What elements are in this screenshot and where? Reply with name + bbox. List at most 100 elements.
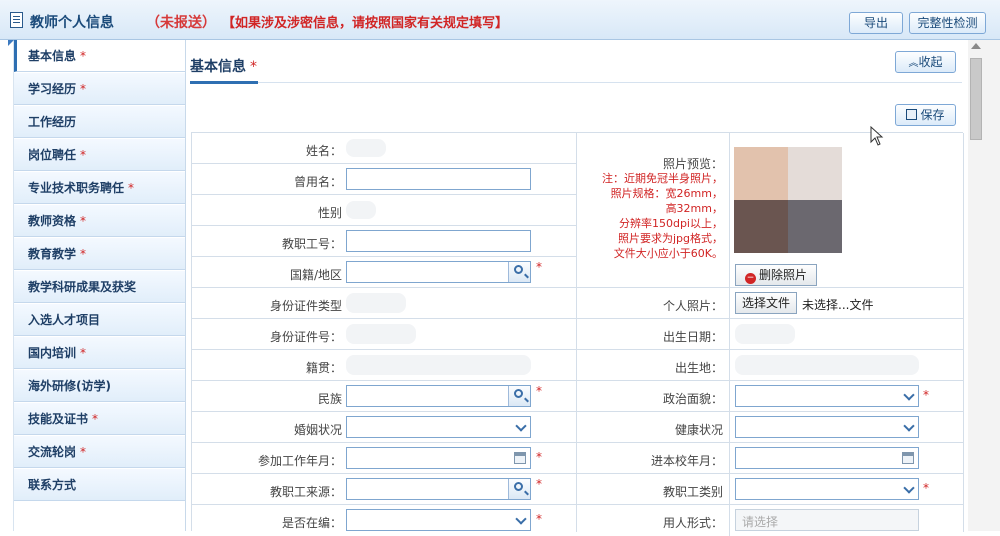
photo-preview-image (734, 147, 842, 253)
staff-category-label: 教职工类别 (662, 485, 723, 499)
photo-note-line: 文件大小应小于60K。 (613, 247, 723, 260)
sidebar-item-label: 教学科研成果及获奖 (28, 280, 137, 294)
search-icon[interactable] (508, 262, 530, 282)
vertical-scrollbar[interactable] (968, 40, 1000, 531)
photo-tile (788, 200, 842, 253)
used-name-input[interactable] (346, 168, 531, 190)
marital-status-select[interactable] (346, 416, 531, 438)
employment-placeholder: 请选择 (742, 515, 779, 529)
sidebar-item-teaching[interactable]: 教育教学 * (14, 238, 185, 270)
sidebar-item-contact[interactable]: 联系方式 (14, 469, 185, 501)
delete-photo-button[interactable]: − 删除照片 (735, 264, 817, 286)
political-status-label: 政治面貌： (662, 392, 723, 406)
name-value-redacted (346, 139, 386, 157)
cell-divider (729, 412, 730, 443)
scrollbar-thumb[interactable] (970, 58, 982, 140)
form-row: 性别 (192, 195, 576, 226)
required-mark: * (128, 181, 135, 195)
marital-status-label: 婚姻状况 (293, 423, 342, 437)
form-row: 籍贯： (192, 350, 576, 381)
sidebar-item-skills[interactable]: 技能及证书 * (14, 403, 185, 435)
photo-note-line: 高32mm， (665, 202, 723, 215)
birth-place-value-redacted (735, 355, 919, 375)
work-start-date-input[interactable] (346, 447, 531, 469)
sidebar-item-label: 教师资格 (28, 214, 77, 228)
sidebar-item-label: 联系方式 (28, 478, 77, 492)
staff-number-label: 教职工号： (281, 237, 342, 251)
required-mark: * (536, 384, 542, 398)
left-strip (0, 40, 14, 531)
nationality-field[interactable] (346, 261, 531, 283)
delete-photo-label: 删除照片 (758, 268, 807, 282)
sidebar-item-overseas[interactable]: 海外研修(访学) (14, 370, 185, 402)
photo-tile (788, 147, 842, 200)
sidebar-item-basic-info[interactable]: 基本信息 * (14, 40, 185, 72)
required-mark: * (923, 388, 929, 402)
calendar-icon[interactable] (902, 452, 914, 464)
section-title: 基本信息 * (190, 56, 257, 76)
sidebar-item-label: 基本信息 (28, 49, 77, 63)
cell-divider (729, 505, 730, 536)
sidebar-item-post[interactable]: 岗位聘任 * (14, 139, 185, 171)
form-right-border (963, 133, 964, 532)
employment-form-select[interactable]: 请选择 (735, 509, 919, 531)
photo-note-line: 照片规格：宽26mm， (610, 187, 723, 200)
sidebar-item-research[interactable]: 教学科研成果及获奖 (14, 271, 185, 303)
form-row: 国籍/地区 * (192, 257, 576, 288)
form-row: 出生日期： (577, 319, 963, 350)
required-mark: * (80, 247, 87, 261)
sidebar-item-domestic-training[interactable]: 国内培训 * (14, 337, 185, 369)
search-icon[interactable] (508, 479, 530, 499)
sidebar-item-talent[interactable]: 入选人才项目 (14, 304, 185, 336)
cell-divider (729, 474, 730, 505)
photo-note-line: 注：近期免冠半身照片， (602, 172, 723, 185)
form-row: 用人形式： 请选择 (577, 505, 963, 536)
chevron-down-icon (903, 389, 915, 401)
sidebar-item-work[interactable]: 工作经历 (14, 106, 185, 138)
nationality-label: 国籍/地区 (289, 268, 342, 282)
search-icon[interactable] (508, 386, 530, 406)
calendar-icon[interactable] (514, 452, 526, 464)
staff-category-select[interactable] (735, 478, 919, 500)
join-school-date-input[interactable] (735, 447, 919, 469)
scroll-up-arrow-icon[interactable] (971, 43, 981, 49)
staff-source-field[interactable] (346, 478, 531, 500)
used-name-label: 曾用名： (293, 175, 342, 189)
sidebar-item-label: 教育教学 (28, 247, 77, 261)
completeness-check-button[interactable]: 完整性检测 (909, 12, 986, 34)
required-mark: * (92, 412, 99, 426)
staff-number-input[interactable] (346, 230, 531, 252)
chevron-down-icon (515, 513, 527, 525)
delete-icon: − (744, 273, 756, 284)
photo-divider (729, 133, 730, 288)
health-select[interactable] (735, 416, 919, 438)
report-status: （未报送） (146, 15, 216, 31)
top-bar: 教师个人信息 （未报送） 【如果涉及涉密信息，请按照国家有关规定填写】 导出 完… (0, 0, 1000, 40)
main-content: 基本信息* ︽收起 保存 姓名： 曾用名： 性别 教职工号： 国籍/地区 * (186, 40, 968, 536)
gender-value-redacted (346, 201, 376, 219)
choose-file-button[interactable]: 选择文件 (735, 292, 797, 314)
required-mark: * (536, 512, 542, 526)
save-button[interactable]: 保存 (895, 104, 956, 126)
employment-form-label: 用人形式： (662, 516, 723, 530)
required-mark: * (80, 346, 87, 360)
collapse-button[interactable]: ︽收起 (895, 51, 956, 73)
required-mark: * (80, 445, 87, 459)
sidebar-item-study[interactable]: 学习经历 * (14, 73, 185, 105)
political-status-select[interactable] (735, 385, 919, 407)
export-button[interactable]: 导出 (849, 12, 903, 34)
sidebar-item-rotation[interactable]: 交流轮岗 * (14, 436, 185, 468)
required-mark: * (536, 450, 542, 464)
chevron-down-icon (903, 420, 915, 432)
ethnicity-field[interactable] (346, 385, 531, 407)
form-row: 政治面貌： * (577, 381, 963, 412)
sidebar-item-title[interactable]: 专业技术职务聘任 * (14, 172, 185, 204)
collapse-icon: ︽ (908, 58, 919, 69)
section-title-text: 基本信息 (190, 59, 246, 75)
document-icon (10, 12, 23, 28)
sidebar-item-qualification[interactable]: 教师资格 * (14, 205, 185, 237)
form-row: 出生地： (577, 350, 963, 381)
in-staff-select[interactable] (346, 509, 531, 531)
id-number-label: 身份证件号： (269, 330, 342, 344)
confidential-notice: 【如果涉及涉密信息，请按照国家有关规定填写】 (222, 16, 509, 31)
